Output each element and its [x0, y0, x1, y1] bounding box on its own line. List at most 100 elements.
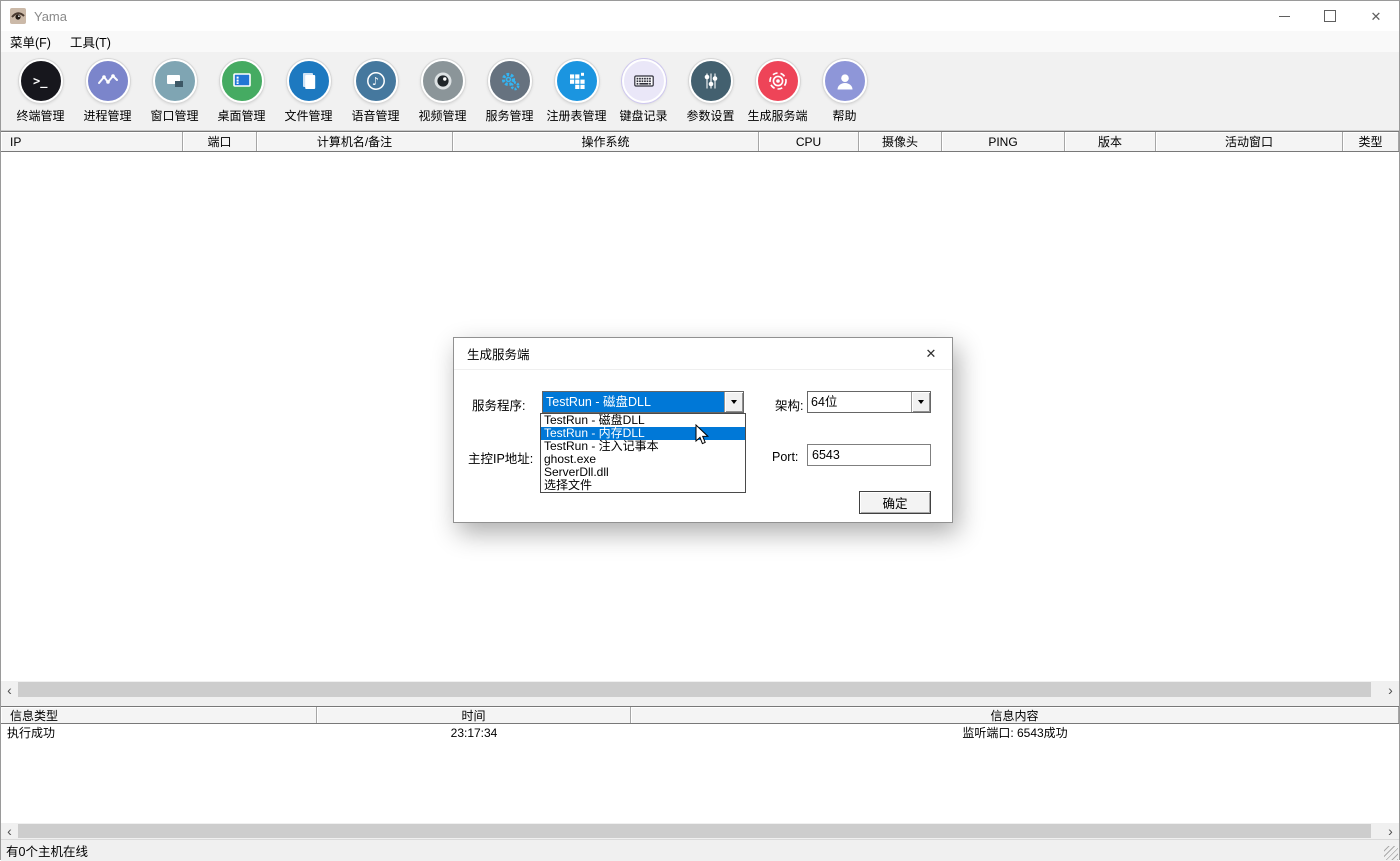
- scroll-left-icon[interactable]: ‹: [1, 823, 18, 839]
- service-program-value: TestRun - 磁盘DLL: [543, 392, 724, 412]
- minimize-button[interactable]: [1261, 1, 1307, 31]
- column-header-webcam[interactable]: 摄像头: [859, 132, 942, 151]
- column-header-type[interactable]: 类型: [1343, 132, 1399, 151]
- message-time-cell: 23:17:34: [317, 724, 631, 741]
- dropdown-item[interactable]: 选择文件: [541, 479, 745, 492]
- tool-label: 桌面管理: [217, 107, 265, 124]
- scroll-right-icon[interactable]: ›: [1382, 681, 1399, 698]
- ok-button[interactable]: 确定: [859, 491, 931, 514]
- column-header-port[interactable]: 端口: [183, 132, 257, 151]
- column-header-ip[interactable]: IP: [1, 132, 183, 151]
- column-header-cpu[interactable]: CPU: [759, 132, 859, 151]
- desktop-icon: [220, 59, 264, 103]
- tool-label: 终端管理: [16, 107, 64, 124]
- panel-splitter[interactable]: [1, 698, 1399, 706]
- dropdown-item[interactable]: ghost.exe: [541, 453, 745, 466]
- port-label: Port:: [772, 450, 798, 464]
- chevron-down-icon: [918, 400, 924, 404]
- tool-video[interactable]: 视频管理: [409, 59, 476, 130]
- column-header-active-window[interactable]: 活动窗口: [1156, 132, 1343, 151]
- column-header-msg-time[interactable]: 时间: [317, 707, 631, 723]
- column-header-os[interactable]: 操作系统: [453, 132, 759, 151]
- status-text: 有0个主机在线: [6, 841, 88, 860]
- tool-label: 视频管理: [418, 107, 466, 124]
- column-header-version[interactable]: 版本: [1065, 132, 1156, 151]
- tool-label: 帮助: [832, 107, 856, 124]
- tool-params[interactable]: 参数设置: [677, 59, 744, 130]
- mouse-cursor-icon: [695, 424, 711, 446]
- message-content-cell: 监听端口: 6543成功: [631, 724, 1399, 741]
- scroll-thumb[interactable]: [18, 824, 1371, 838]
- hosts-table-header: IP 端口 计算机名/备注 操作系统 CPU 摄像头 PING 版本 活动窗口 …: [1, 131, 1399, 152]
- resize-grip-icon[interactable]: [1384, 846, 1398, 860]
- dialog-title: 生成服务端: [467, 344, 530, 363]
- close-icon: ✕: [1371, 10, 1382, 23]
- combo-dropdown-button[interactable]: [911, 392, 930, 412]
- gears-icon: [488, 59, 532, 103]
- target-icon: [756, 59, 800, 103]
- window-title: Yama: [34, 9, 67, 24]
- arch-label: 架构:: [775, 395, 803, 414]
- tool-service[interactable]: 服务管理: [476, 59, 543, 130]
- close-button[interactable]: ✕: [1353, 1, 1399, 31]
- close-icon: ✕: [926, 346, 937, 362]
- tool-label: 键盘记录: [619, 107, 667, 124]
- tool-file[interactable]: 文件管理: [275, 59, 342, 130]
- message-row[interactable]: 执行成功 23:17:34 监听端口: 6543成功: [1, 724, 1399, 741]
- tool-help[interactable]: 帮助: [811, 59, 878, 130]
- menu-bar: 菜单(F) 工具(T): [1, 31, 1399, 52]
- title-bar: Yama ✕: [1, 1, 1399, 31]
- hosts-hscrollbar[interactable]: ‹ ›: [1, 681, 1399, 698]
- tool-audio[interactable]: ♪ 语音管理: [342, 59, 409, 130]
- tool-label: 生成服务端: [747, 107, 807, 124]
- messages-table-body: [1, 741, 1399, 823]
- tool-label: 注册表管理: [546, 107, 606, 124]
- tool-window[interactable]: 窗口管理: [141, 59, 208, 130]
- maximize-button[interactable]: [1307, 1, 1353, 31]
- port-input[interactable]: 6543: [807, 444, 931, 466]
- master-ip-label: 主控IP地址:: [468, 448, 533, 467]
- column-header-ping[interactable]: PING: [942, 132, 1065, 151]
- process-graph-icon: [86, 59, 130, 103]
- dialog-close-button[interactable]: ✕: [910, 338, 952, 369]
- service-program-label: 服务程序:: [472, 395, 525, 414]
- camera-lens-icon: [421, 59, 465, 103]
- dropdown-item-highlighted[interactable]: TestRun - 内存DLL: [541, 427, 745, 440]
- app-window: { "window": { "title": "Yama" }, "menuba…: [0, 0, 1400, 860]
- window-controls: ✕: [1261, 1, 1399, 31]
- ok-button-label: 确定: [882, 493, 907, 512]
- keyboard-icon: [622, 59, 666, 103]
- dropdown-item[interactable]: TestRun - 注入记事本: [541, 440, 745, 453]
- scroll-right-icon[interactable]: ›: [1382, 823, 1399, 839]
- tool-desktop[interactable]: 桌面管理: [208, 59, 275, 130]
- audio-note-icon: ♪: [354, 59, 398, 103]
- messages-table-header: 信息类型 时间 信息内容: [1, 706, 1399, 724]
- messages-hscrollbar[interactable]: ‹ ›: [1, 823, 1399, 839]
- scroll-thumb[interactable]: [18, 682, 1371, 697]
- tool-process[interactable]: 进程管理: [74, 59, 141, 130]
- tool-build-server[interactable]: 生成服务端: [744, 59, 811, 130]
- dropdown-item[interactable]: ServerDll.dll: [541, 466, 745, 479]
- tool-registry[interactable]: 注册表管理: [543, 59, 610, 130]
- column-header-msg-content[interactable]: 信息内容: [631, 707, 1399, 723]
- tool-terminal[interactable]: >_ 终端管理: [7, 59, 74, 130]
- menu-item-tools[interactable]: 工具(T): [70, 32, 120, 51]
- service-program-combo[interactable]: TestRun - 磁盘DLL: [542, 391, 744, 413]
- scroll-left-icon[interactable]: ‹: [1, 681, 18, 698]
- arch-combo[interactable]: 64位: [807, 391, 931, 413]
- sliders-icon: [689, 59, 733, 103]
- column-header-computer[interactable]: 计算机名/备注: [257, 132, 453, 151]
- tool-label: 语音管理: [351, 107, 399, 124]
- tool-label: 进程管理: [83, 107, 131, 124]
- message-type-cell: 执行成功: [1, 724, 317, 741]
- arch-value: 64位: [808, 392, 911, 412]
- combo-dropdown-button[interactable]: [724, 392, 743, 412]
- tool-keylog[interactable]: 键盘记录: [610, 59, 677, 130]
- column-header-msg-type[interactable]: 信息类型: [1, 707, 317, 723]
- dropdown-item[interactable]: TestRun - 磁盘DLL: [541, 414, 745, 427]
- file-icon: [287, 59, 331, 103]
- maximize-icon: [1324, 10, 1336, 22]
- toolbar: >_ 终端管理 进程管理 窗口管理 桌面管理: [1, 52, 1399, 131]
- person-icon: [823, 59, 867, 103]
- menu-item-menu[interactable]: 菜单(F): [10, 32, 60, 51]
